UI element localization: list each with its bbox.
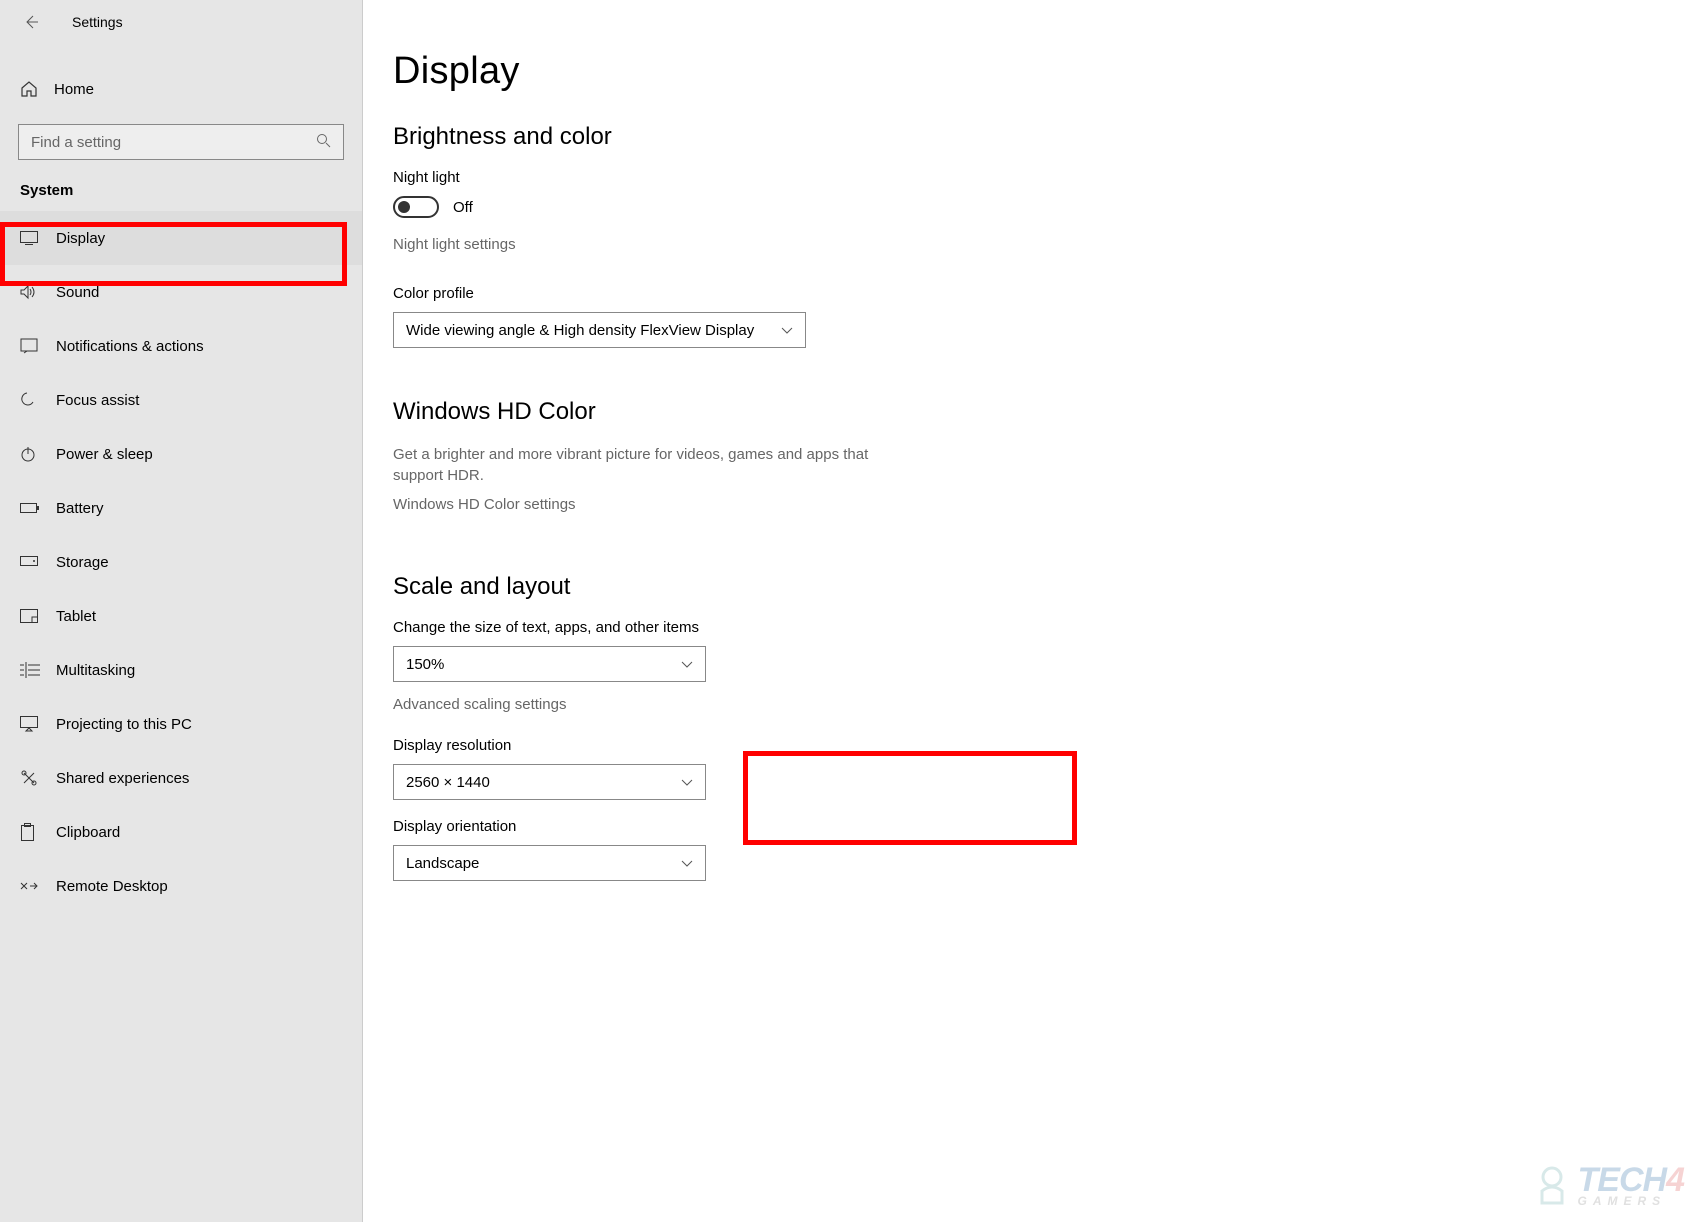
- advanced-scaling-link[interactable]: Advanced scaling settings: [393, 696, 1702, 713]
- sound-icon: [20, 284, 40, 300]
- night-light-toggle[interactable]: [393, 196, 439, 218]
- display-icon: [20, 231, 40, 245]
- sidebar-item-label: Focus assist: [56, 392, 139, 409]
- sidebar-item-label: Sound: [56, 284, 99, 301]
- sidebar-header: Settings: [0, 0, 362, 44]
- remote-desktop-icon: [20, 879, 40, 893]
- watermark: TECH4 GAMERS: [1532, 1161, 1684, 1208]
- orientation-label: Display orientation: [393, 818, 1702, 835]
- resolution-label: Display resolution: [393, 737, 1702, 754]
- sidebar-item-label: Multitasking: [56, 662, 135, 679]
- color-profile-dropdown[interactable]: Wide viewing angle & High density FlexVi…: [393, 312, 806, 348]
- sidebar-item-shared-experiences[interactable]: Shared experiences: [0, 751, 362, 805]
- main-content: Display Brightness and color Night light…: [363, 0, 1702, 1222]
- section-hdcolor-title: Windows HD Color: [393, 398, 1702, 426]
- chevron-down-icon: [681, 855, 693, 872]
- shared-icon: [20, 769, 40, 787]
- sidebar-item-label: Shared experiences: [56, 770, 189, 787]
- orientation-value: Landscape: [406, 855, 479, 872]
- sidebar-item-projecting[interactable]: Projecting to this PC: [0, 697, 362, 751]
- page-title: Display: [393, 50, 1702, 93]
- orientation-dropdown[interactable]: Landscape: [393, 845, 706, 881]
- sidebar-item-notifications[interactable]: Notifications & actions: [0, 319, 362, 373]
- back-arrow-icon[interactable]: [22, 13, 40, 31]
- tablet-icon: [20, 609, 40, 624]
- sidebar-item-tablet[interactable]: Tablet: [0, 589, 362, 643]
- sidebar-item-sound[interactable]: Sound: [0, 265, 362, 319]
- sidebar: Settings Home System Display Sound Notif…: [0, 0, 363, 1222]
- sidebar-item-power-sleep[interactable]: Power & sleep: [0, 427, 362, 481]
- battery-icon: [20, 502, 40, 514]
- power-icon: [20, 446, 40, 462]
- sidebar-item-label: Notifications & actions: [56, 338, 204, 355]
- sidebar-item-label: Power & sleep: [56, 446, 153, 463]
- text-size-label: Change the size of text, apps, and other…: [393, 619, 1702, 636]
- sidebar-item-display[interactable]: Display: [0, 211, 362, 265]
- text-size-value: 150%: [406, 656, 444, 673]
- sidebar-item-label: Tablet: [56, 608, 96, 625]
- search-box[interactable]: [18, 124, 344, 160]
- clipboard-icon: [20, 823, 40, 841]
- nav-home[interactable]: Home: [0, 62, 362, 116]
- sidebar-item-label: Storage: [56, 554, 109, 571]
- color-profile-label: Color profile: [393, 285, 1702, 302]
- sidebar-item-multitasking[interactable]: Multitasking: [0, 643, 362, 697]
- app-title: Settings: [72, 14, 123, 30]
- sidebar-item-storage[interactable]: Storage: [0, 535, 362, 589]
- multitasking-icon: [20, 662, 40, 678]
- home-icon: [20, 80, 38, 98]
- watermark-num: 4: [1666, 1161, 1684, 1199]
- sidebar-item-focus-assist[interactable]: Focus assist: [0, 373, 362, 427]
- sidebar-item-label: Clipboard: [56, 824, 120, 841]
- projecting-icon: [20, 716, 40, 732]
- night-light-label: Night light: [393, 169, 1702, 186]
- sidebar-item-label: Projecting to this PC: [56, 716, 192, 733]
- resolution-dropdown[interactable]: 2560 × 1440: [393, 764, 706, 800]
- search-input[interactable]: [31, 134, 316, 151]
- chevron-down-icon: [681, 656, 693, 673]
- hdcolor-description: Get a brighter and more vibrant picture …: [393, 444, 913, 486]
- nav-home-label: Home: [54, 81, 94, 98]
- storage-icon: [20, 556, 40, 568]
- color-profile-value: Wide viewing angle & High density FlexVi…: [406, 322, 754, 339]
- section-scale-title: Scale and layout: [393, 573, 1702, 601]
- night-light-toggle-row: Off: [393, 196, 1702, 218]
- notifications-icon: [20, 338, 40, 354]
- search-icon: [316, 133, 331, 152]
- text-size-dropdown[interactable]: 150%: [393, 646, 706, 682]
- section-brightness-title: Brightness and color: [393, 123, 1702, 151]
- night-light-settings-link[interactable]: Night light settings: [393, 236, 1702, 253]
- sidebar-item-label: Battery: [56, 500, 104, 517]
- focus-assist-icon: [20, 391, 40, 409]
- sidebar-item-clipboard[interactable]: Clipboard: [0, 805, 362, 859]
- category-heading: System: [0, 160, 362, 211]
- sidebar-item-remote-desktop[interactable]: Remote Desktop: [0, 859, 362, 913]
- resolution-value: 2560 × 1440: [406, 774, 490, 791]
- search-wrap: [0, 124, 362, 160]
- chevron-down-icon: [681, 774, 693, 791]
- chevron-down-icon: [781, 322, 793, 339]
- hdcolor-settings-link[interactable]: Windows HD Color settings: [393, 496, 1702, 513]
- sidebar-item-battery[interactable]: Battery: [0, 481, 362, 535]
- sidebar-item-label: Display: [56, 230, 105, 247]
- night-light-state: Off: [453, 199, 473, 216]
- sidebar-item-label: Remote Desktop: [56, 878, 168, 895]
